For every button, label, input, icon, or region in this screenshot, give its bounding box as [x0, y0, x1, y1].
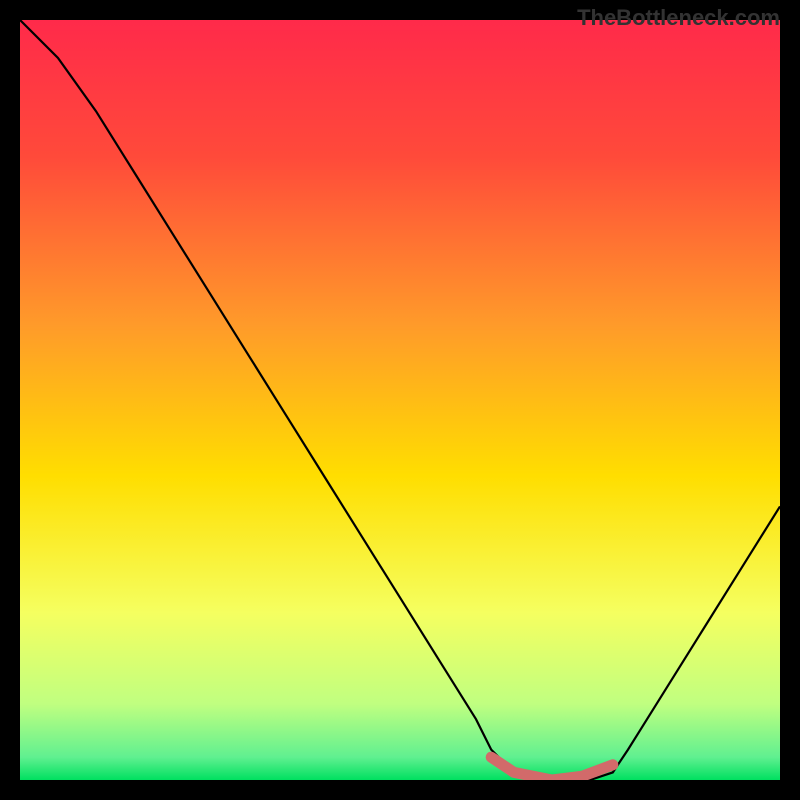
gradient-background: [20, 20, 780, 780]
chart-area: [20, 20, 780, 780]
attribution-text: TheBottleneck.com: [577, 5, 780, 31]
chart-svg: [20, 20, 780, 780]
